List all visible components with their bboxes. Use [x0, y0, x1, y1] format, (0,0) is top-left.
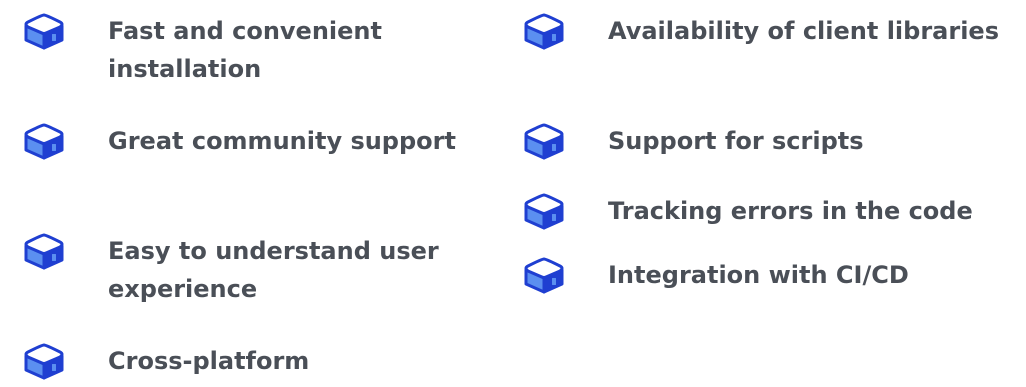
box-icon: [522, 122, 566, 160]
box-icon: [522, 192, 566, 230]
feature-label: Availability of client libraries: [608, 17, 999, 45]
box-icon: [22, 342, 66, 380]
box-icon: [22, 232, 66, 270]
feature-label: Integration with CI/CD: [608, 261, 909, 289]
box-icon: [22, 122, 66, 160]
feature-label: Support for scripts: [608, 127, 864, 155]
box-icon: [522, 256, 566, 294]
feature-label: Cross-platform: [108, 347, 310, 375]
feature-label: Tracking errors in the code: [608, 197, 973, 225]
box-icon: [522, 12, 566, 50]
feature-label: Fast and convenient installation: [108, 17, 382, 83]
box-icon: [22, 12, 66, 50]
feature-label: Easy to understand user experience: [108, 237, 439, 303]
feature-label: Great community support: [108, 127, 456, 155]
